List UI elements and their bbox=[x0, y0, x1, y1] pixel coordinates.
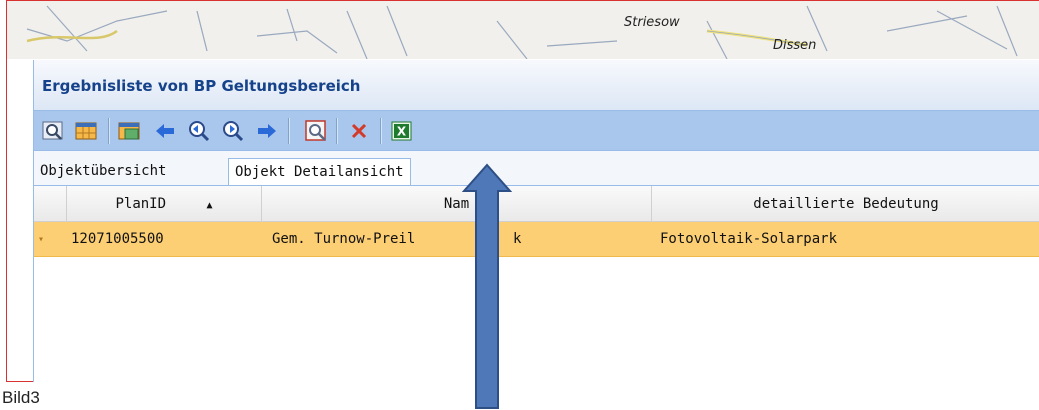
zoom-forward-icon bbox=[223, 121, 244, 142]
zoom-forward-button[interactable] bbox=[222, 120, 244, 142]
excel-export-icon: X bbox=[391, 121, 412, 141]
previous-button[interactable] bbox=[154, 120, 176, 142]
toolbar: X bbox=[34, 111, 1039, 151]
column-header-label: detaillierte Bedeutung bbox=[753, 196, 939, 212]
zoom-to-object-button[interactable] bbox=[42, 120, 64, 142]
column-header-bedeutung[interactable]: detaillierte Bedeutung bbox=[652, 186, 1039, 222]
excel-export-button[interactable]: X bbox=[391, 120, 413, 142]
row-number-header bbox=[34, 186, 67, 222]
delete-button[interactable] bbox=[348, 120, 370, 142]
zoom-to-object-icon bbox=[42, 121, 63, 140]
panel-header: Ergebnisliste von BP Geltungsbereich bbox=[34, 60, 1039, 111]
next-button[interactable] bbox=[256, 120, 278, 142]
figure-caption: Bild3 bbox=[2, 388, 40, 407]
column-header-label: PlanID bbox=[115, 196, 167, 212]
svg-text:X: X bbox=[397, 125, 407, 139]
toolbar-separator bbox=[380, 118, 382, 144]
toolbar-separator bbox=[108, 118, 110, 144]
zoom-back-icon bbox=[189, 121, 210, 142]
panel-title: Ergebnisliste von BP Geltungsbereich bbox=[42, 77, 361, 95]
map-layer-button[interactable] bbox=[118, 120, 140, 142]
cell-name-tail: k bbox=[513, 231, 522, 247]
table-icon bbox=[75, 122, 97, 140]
cell-bedeutung: Fotovoltaik-Solarpark bbox=[660, 231, 838, 247]
toolbar-separator bbox=[336, 118, 338, 144]
zoom-back-button[interactable] bbox=[188, 120, 210, 142]
table-button[interactable] bbox=[75, 120, 97, 142]
detail-view-button[interactable] bbox=[305, 120, 327, 142]
row-expander-icon[interactable]: ▾ bbox=[38, 222, 58, 257]
arrow-left-icon bbox=[156, 124, 174, 138]
arrow-right-icon bbox=[258, 124, 276, 138]
delete-icon bbox=[351, 123, 367, 139]
sort-asc-icon: ▲ bbox=[206, 200, 213, 211]
result-panel: Ergebnisliste von BP Geltungsbereich X O… bbox=[33, 60, 1039, 382]
table-row[interactable]: ▾ 12071005500 Gem. Turnow-Preil k Fotovo… bbox=[34, 222, 1039, 257]
grid-header: PlanID ▲ Nam detaillierte Bedeutung bbox=[34, 186, 1039, 222]
annotation-arrow-up-icon bbox=[462, 163, 512, 409]
detail-view-icon bbox=[305, 120, 326, 141]
tab-objekt-detailansicht[interactable]: Objekt Detailansicht bbox=[228, 158, 411, 185]
cell-name: Gem. Turnow-Preil bbox=[272, 231, 416, 247]
tab-strip: Objektübersicht Objekt Detailansicht bbox=[34, 151, 1039, 186]
column-header-planid[interactable]: PlanID ▲ bbox=[67, 186, 262, 222]
toolbar-separator bbox=[288, 118, 290, 144]
map-layer-icon bbox=[118, 122, 140, 140]
tab-objektuebersicht[interactable]: Objektübersicht bbox=[34, 158, 172, 185]
column-header-name[interactable]: Nam bbox=[262, 186, 652, 222]
cell-planid: 12071005500 bbox=[71, 231, 164, 247]
